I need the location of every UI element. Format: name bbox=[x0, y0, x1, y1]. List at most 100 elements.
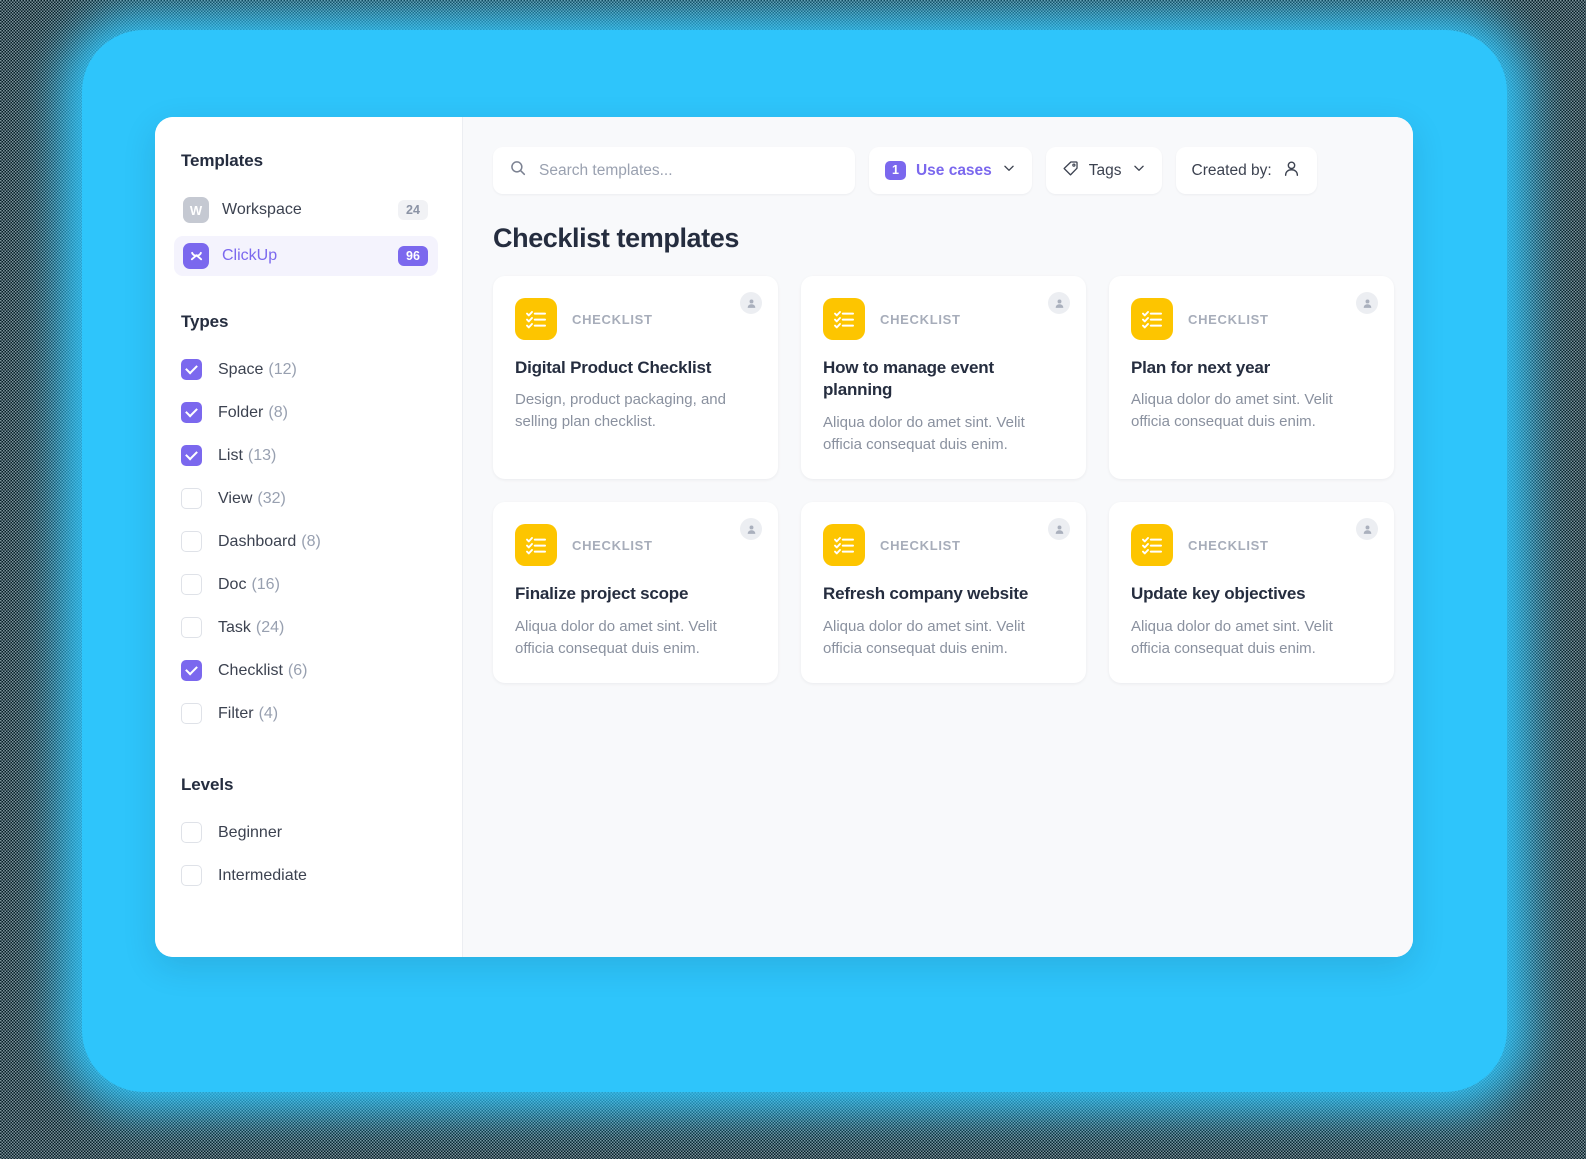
sidebar-item-clickup[interactable]: ClickUp 96 bbox=[174, 236, 438, 276]
filter-count: (6) bbox=[287, 661, 308, 679]
filter-type-space[interactable]: Space (12) bbox=[181, 348, 438, 391]
template-description: Aliqua dolor do amet sint. Velit officia… bbox=[1131, 391, 1333, 431]
checkbox-icon[interactable] bbox=[181, 703, 202, 724]
filter-count: (32) bbox=[257, 489, 286, 507]
clickup-logo-icon bbox=[183, 243, 209, 269]
template-title: Digital Product Checklist bbox=[515, 358, 712, 377]
template-title: Update key objectives bbox=[1131, 584, 1306, 604]
avatar bbox=[1356, 518, 1378, 541]
app-window: Templates W Workspace 24 ClickUp 96 Type… bbox=[155, 117, 1413, 957]
use-cases-count-badge: 1 bbox=[885, 161, 906, 180]
template-kind: CHECKLIST bbox=[880, 311, 961, 327]
template-title: Finalize project scope bbox=[515, 584, 689, 604]
template-description: Aliqua dolor do amet sint. Velit officia… bbox=[823, 617, 1025, 657]
filter-count: (8) bbox=[268, 403, 288, 421]
filter-label: List bbox=[218, 446, 243, 464]
template-kind: CHECKLIST bbox=[880, 537, 961, 553]
avatar bbox=[1356, 292, 1378, 314]
filter-type-checklist[interactable]: Checklist (6) bbox=[181, 649, 438, 692]
filter-type-folder[interactable]: Folder (8) bbox=[181, 391, 438, 434]
avatar bbox=[1048, 292, 1070, 314]
filter-level-beginner[interactable]: Beginner bbox=[181, 811, 438, 854]
sidebar-item-label: Workspace bbox=[222, 201, 302, 218]
created-by-label: Created by: bbox=[1191, 161, 1272, 179]
template-card[interactable]: CHECKLIST Finalize project scope Aliqua … bbox=[493, 502, 778, 684]
checkbox-icon[interactable] bbox=[181, 822, 202, 843]
search-input[interactable] bbox=[539, 161, 839, 180]
levels-heading: Levels bbox=[181, 775, 234, 794]
sidebar-item-count: 24 bbox=[398, 200, 428, 220]
use-cases-filter[interactable]: 1 Use cases bbox=[869, 147, 1032, 194]
avatar bbox=[740, 292, 762, 314]
filter-type-filter[interactable]: Filter (4) bbox=[181, 692, 438, 735]
filter-type-dashboard[interactable]: Dashboard (8) bbox=[181, 520, 438, 563]
template-title: How to manage event planning bbox=[823, 358, 994, 400]
template-card[interactable]: CHECKLIST Refresh company website Aliqua… bbox=[801, 502, 1086, 684]
template-kind: CHECKLIST bbox=[1188, 311, 1269, 327]
filter-label: Task bbox=[218, 618, 251, 636]
template-kind: CHECKLIST bbox=[572, 537, 653, 553]
template-card[interactable]: CHECKLIST Plan for next year Aliqua dolo… bbox=[1109, 276, 1394, 480]
template-description: Design, product packaging, and selling p… bbox=[515, 391, 726, 431]
filter-count: (8) bbox=[301, 532, 321, 550]
use-cases-label: Use cases bbox=[915, 161, 992, 179]
filter-type-list[interactable]: List (13) bbox=[181, 434, 438, 477]
search-box[interactable] bbox=[493, 147, 855, 194]
checklist-icon bbox=[1131, 298, 1173, 340]
checkbox-icon[interactable] bbox=[181, 445, 202, 466]
filter-label: Beginner bbox=[218, 823, 283, 841]
filter-count: (24) bbox=[255, 618, 285, 636]
tags-filter[interactable]: Tags bbox=[1045, 147, 1162, 194]
filter-count: (13) bbox=[247, 446, 277, 464]
page-title: Checklist templates bbox=[493, 223, 739, 253]
filter-label: Space bbox=[218, 360, 264, 378]
template-kind: CHECKLIST bbox=[1188, 537, 1269, 553]
search-icon bbox=[509, 159, 527, 182]
template-card-grid: CHECKLIST Digital Product Checklist Desi… bbox=[493, 276, 1394, 684]
filter-count: (4) bbox=[258, 704, 279, 722]
checkbox-icon[interactable] bbox=[181, 865, 202, 886]
filter-type-view[interactable]: View (32) bbox=[181, 477, 438, 520]
filter-type-task[interactable]: Task (24) bbox=[181, 606, 438, 649]
filter-count: (16) bbox=[251, 575, 280, 593]
sidebar-item-count: 96 bbox=[398, 246, 428, 266]
template-description: Aliqua dolor do amet sint. Velit officia… bbox=[515, 617, 717, 657]
template-card[interactable]: CHECKLIST Update key objectives Aliqua d… bbox=[1109, 502, 1394, 684]
chevron-down-icon bbox=[1002, 161, 1016, 180]
checkbox-icon[interactable] bbox=[181, 660, 202, 681]
chevron-down-icon bbox=[1132, 161, 1146, 180]
filter-count: (12) bbox=[268, 360, 297, 378]
filter-level-intermediate[interactable]: Intermediate bbox=[181, 854, 438, 897]
filter-label: Intermediate bbox=[218, 866, 307, 884]
template-description: Aliqua dolor do amet sint. Velit officia… bbox=[1131, 617, 1333, 657]
checkbox-icon[interactable] bbox=[181, 488, 202, 509]
workspace-avatar-icon: W bbox=[183, 197, 209, 223]
checklist-icon bbox=[515, 298, 557, 340]
filter-label: View bbox=[218, 489, 253, 507]
checkbox-icon[interactable] bbox=[181, 574, 202, 595]
checkbox-icon[interactable] bbox=[181, 359, 202, 380]
types-heading: Types bbox=[181, 312, 229, 331]
tag-icon bbox=[1062, 160, 1079, 182]
template-kind: CHECKLIST bbox=[572, 311, 653, 327]
created-by-filter[interactable]: Created by: bbox=[1175, 147, 1317, 194]
person-icon bbox=[1282, 159, 1301, 183]
filter-type-doc[interactable]: Doc (16) bbox=[181, 563, 438, 606]
filter-label: Folder bbox=[218, 403, 264, 421]
template-card[interactable]: CHECKLIST Digital Product Checklist Desi… bbox=[493, 276, 778, 480]
sidebar-item-workspace[interactable]: W Workspace 24 bbox=[174, 190, 438, 230]
template-title: Plan for next year bbox=[1131, 358, 1271, 377]
sidebar-item-label: ClickUp bbox=[222, 247, 278, 264]
template-card[interactable]: CHECKLIST How to manage event planning A… bbox=[801, 276, 1086, 480]
filter-label: Filter bbox=[218, 704, 254, 722]
checklist-icon bbox=[515, 524, 557, 567]
checkbox-icon[interactable] bbox=[181, 402, 202, 423]
checkbox-icon[interactable] bbox=[181, 617, 202, 638]
filter-label: Dashboard bbox=[218, 532, 297, 550]
templates-heading: Templates bbox=[181, 151, 263, 170]
checklist-icon bbox=[1131, 524, 1173, 567]
tags-label: Tags bbox=[1088, 161, 1122, 179]
filter-label: Checklist bbox=[218, 661, 283, 679]
avatar bbox=[1048, 518, 1070, 541]
checkbox-icon[interactable] bbox=[181, 531, 202, 552]
